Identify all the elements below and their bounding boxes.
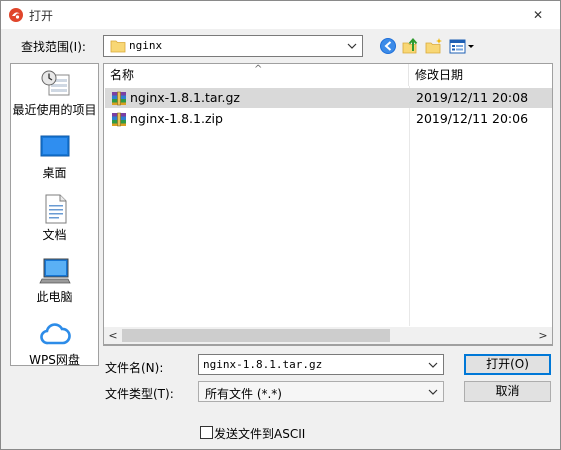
documents-icon — [39, 193, 71, 225]
horizontal-scrollbar[interactable]: < > — [103, 327, 553, 345]
place-label: WPS网盘 — [29, 353, 80, 366]
place-desktop[interactable]: 桌面 — [11, 127, 98, 187]
place-this-pc[interactable]: 此电脑 — [11, 251, 98, 311]
look-in-label: 查找范围(I): — [21, 40, 86, 54]
file-list: 名称 ^ 修改日期 nginx-1.8.1.tar.gz 2019/12/11 … — [103, 63, 553, 346]
send-to-ascii-checkbox[interactable] — [200, 426, 213, 439]
file-date: 2019/12/11 20:08 — [416, 90, 529, 105]
back-icon — [378, 38, 398, 59]
file-name-combobox[interactable]: nginx-1.8.1.tar.gz — [198, 354, 444, 375]
open-file-dialog: 打开 ✕ 查找范围(I): nginx 最近使用的项目 桌面 文档 此电脑 WP… — [0, 0, 561, 450]
file-type-value: 所有文件 (*.*) — [205, 387, 282, 401]
file-name: nginx-1.8.1.tar.gz — [130, 90, 240, 105]
place-label: 文档 — [42, 228, 67, 242]
column-header-name[interactable]: 名称 ^ — [104, 64, 409, 86]
column-header-date[interactable]: 修改日期 — [409, 64, 552, 86]
folder-icon — [110, 39, 126, 56]
file-type-combobox[interactable]: 所有文件 (*.*) — [198, 381, 444, 402]
look-in-combobox[interactable]: nginx — [103, 35, 363, 57]
up-folder-icon — [401, 37, 421, 59]
archive-icon — [111, 111, 127, 127]
new-folder-button[interactable] — [424, 36, 444, 56]
place-label: 最近使用的项目 — [12, 103, 97, 117]
chevron-down-icon[interactable] — [427, 385, 439, 399]
close-button[interactable]: ✕ — [516, 1, 560, 29]
new-folder-icon — [424, 38, 444, 59]
recent-items-icon — [39, 68, 71, 100]
place-label: 桌面 — [42, 166, 67, 180]
view-menu-icon — [448, 39, 476, 59]
scrollbar-thumb[interactable] — [122, 329, 390, 342]
close-icon: ✕ — [532, 8, 544, 22]
file-name-value: nginx-1.8.1.tar.gz — [203, 358, 323, 371]
window-title: 打开 — [29, 9, 54, 23]
send-to-ascii-label: 发送文件到ASCII — [214, 427, 306, 441]
chevron-down-icon[interactable] — [427, 358, 439, 372]
file-row[interactable]: nginx-1.8.1.tar.gz 2019/12/11 20:08 — [105, 88, 552, 108]
look-in-value: nginx — [129, 39, 163, 52]
this-pc-icon — [39, 255, 71, 287]
file-type-label: 文件类型(T): — [105, 387, 174, 401]
place-recent-items[interactable]: 最近使用的项目 — [11, 64, 98, 124]
column-header-name-label: 名称 — [110, 68, 135, 82]
chevron-down-icon[interactable] — [346, 39, 358, 53]
file-date: 2019/12/11 20:06 — [416, 111, 529, 126]
place-documents[interactable]: 文档 — [11, 189, 98, 249]
cancel-button[interactable]: 取消 — [464, 381, 551, 402]
places-bar: 最近使用的项目 桌面 文档 此电脑 WPS网盘 — [10, 63, 99, 366]
file-name: nginx-1.8.1.zip — [130, 111, 223, 126]
column-header-date-label: 修改日期 — [415, 68, 464, 82]
back-button[interactable] — [378, 36, 398, 56]
place-label: 此电脑 — [36, 290, 73, 304]
app-logo-icon — [8, 7, 24, 23]
open-button[interactable]: 打开(O) — [464, 354, 551, 375]
file-name-label: 文件名(N): — [105, 361, 164, 375]
scroll-left-icon[interactable]: < — [104, 327, 122, 344]
desktop-icon — [39, 131, 71, 163]
title-bar: 打开 ✕ — [1, 1, 560, 29]
scroll-right-icon[interactable]: > — [534, 327, 552, 344]
sort-ascending-icon: ^ — [254, 64, 263, 75]
up-folder-button[interactable] — [401, 36, 421, 56]
archive-icon — [111, 90, 127, 106]
wps-cloud-icon — [39, 318, 71, 350]
place-wps-cloud[interactable]: WPS网盘 — [11, 314, 98, 366]
view-menu-button[interactable] — [448, 36, 476, 56]
file-row[interactable]: nginx-1.8.1.zip 2019/12/11 20:06 — [105, 109, 552, 129]
